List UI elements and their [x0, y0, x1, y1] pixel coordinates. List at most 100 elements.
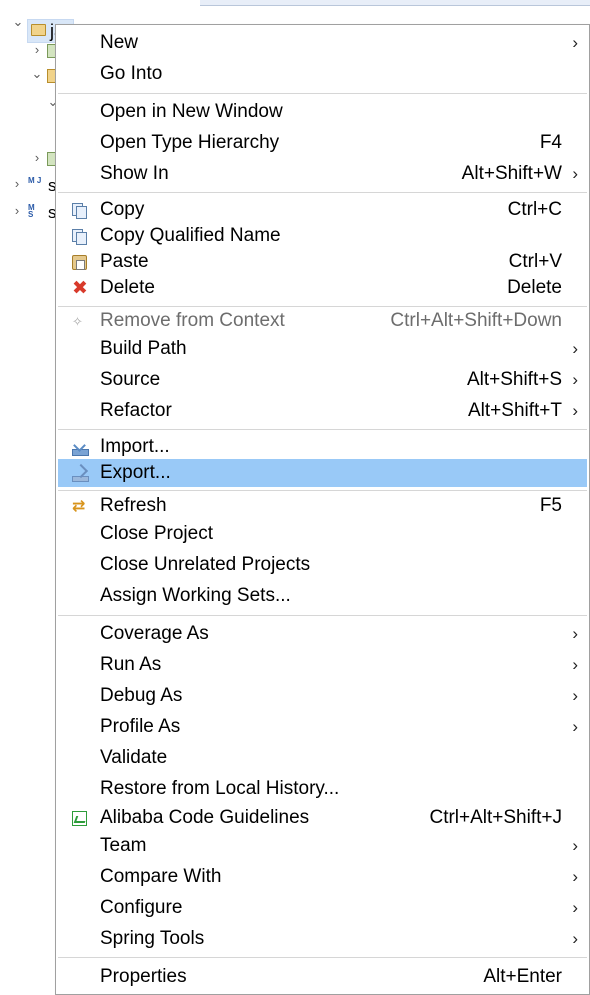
tree-row[interactable]: ⌄: [0, 66, 61, 88]
submenu-arrow-icon: ›: [572, 686, 578, 705]
submenu-arrow-icon: ›: [572, 836, 578, 855]
copy-icon: [72, 203, 87, 219]
menu-item-label: Source: [100, 369, 161, 390]
context-menu: New › Go Into Open in New Window Open Ty…: [55, 24, 590, 995]
menu-separator: [58, 192, 587, 193]
delete-icon: ✖: [72, 278, 88, 299]
menu-item-alibaba-code-guidelines[interactable]: Alibaba Code Guidelines Ctrl+Alt+Shift+J: [58, 804, 587, 832]
menu-shortcut: Ctrl+Alt+Shift+J: [429, 807, 562, 828]
menu-item-validate[interactable]: Validate: [58, 744, 587, 772]
menu-item-close-unrelated-projects[interactable]: Close Unrelated Projects: [58, 551, 587, 579]
menu-item-label: Team: [100, 835, 147, 856]
submenu-arrow-icon: ›: [572, 898, 578, 917]
menu-item-label: Open Type Hierarchy: [100, 132, 280, 153]
menu-item-import[interactable]: Import...: [58, 433, 587, 461]
refresh-icon: ⇄: [72, 498, 86, 515]
menu-item-spring-tools[interactable]: Spring Tools ›: [58, 925, 587, 953]
tree-row[interactable]: ›: [0, 40, 61, 62]
menu-item-restore-from-local-history[interactable]: Restore from Local History...: [58, 775, 587, 803]
menu-item-configure[interactable]: Configure ›: [58, 894, 587, 922]
chevron-right-icon[interactable]: ›: [11, 204, 23, 217]
submenu-arrow-icon: ›: [572, 717, 578, 736]
remove-context-icon: ✧: [72, 314, 83, 329]
menu-item-run-as[interactable]: Run As ›: [58, 651, 587, 679]
tree-row[interactable]: ⌄: [0, 94, 60, 116]
menu-item-new[interactable]: New ›: [58, 29, 587, 57]
menu-item-go-into[interactable]: Go Into: [58, 60, 587, 88]
menu-item-assign-working-sets[interactable]: Assign Working Sets...: [58, 582, 587, 610]
menu-separator: [58, 429, 587, 430]
menu-shortcut: Ctrl+C: [507, 199, 562, 220]
submenu-arrow-icon: ›: [572, 401, 578, 420]
project-folder-icon: [31, 24, 46, 36]
chevron-right-icon[interactable]: ›: [31, 151, 43, 164]
submenu-arrow-icon: ›: [572, 339, 578, 358]
menu-item-label: Properties: [100, 966, 187, 987]
menu-shortcut: Alt+Shift+T: [468, 400, 562, 421]
menu-item-paste[interactable]: Paste Ctrl+V: [58, 248, 587, 276]
menu-item-source[interactable]: Source Alt+Shift+S ›: [58, 366, 587, 394]
menu-item-show-in[interactable]: Show In Alt+Shift+W ›: [58, 160, 587, 188]
tree-row[interactable]: › M S s: [0, 201, 60, 223]
import-icon: [72, 440, 89, 456]
menu-item-close-project[interactable]: Close Project: [58, 520, 587, 548]
menu-item-label: Assign Working Sets...: [100, 585, 291, 606]
menu-item-label: Paste: [100, 251, 149, 272]
menu-shortcut: Alt+Enter: [483, 966, 562, 987]
submenu-arrow-icon: ›: [572, 655, 578, 674]
menu-item-copy-qualified-name[interactable]: Copy Qualified Name: [58, 222, 587, 250]
chevron-down-icon[interactable]: ⌄: [31, 67, 43, 80]
menu-separator: [58, 93, 587, 94]
menu-item-label: Validate: [100, 747, 168, 768]
menu-item-label: Go Into: [100, 63, 163, 84]
menu-item-compare-with[interactable]: Compare With ›: [58, 863, 587, 891]
menu-item-label: Open in New Window: [100, 101, 283, 122]
editor-tab-strip: [200, 0, 590, 6]
menu-item-label: Refactor: [100, 400, 172, 421]
menu-item-team[interactable]: Team ›: [58, 832, 587, 860]
menu-shortcut: Alt+Shift+W: [461, 163, 562, 184]
chevron-right-icon[interactable]: ›: [31, 43, 43, 56]
menu-item-label: Remove from Context: [100, 310, 285, 331]
tree-row[interactable]: › M J s: [0, 174, 60, 196]
menu-item-label: Copy: [100, 199, 145, 220]
menu-item-profile-as[interactable]: Profile As ›: [58, 713, 587, 741]
submenu-arrow-icon: ›: [572, 929, 578, 948]
chevron-down-icon[interactable]: ⌄: [12, 15, 24, 28]
menu-separator: [58, 615, 587, 616]
menu-item-copy[interactable]: Copy Ctrl+C: [58, 196, 587, 224]
menu-item-properties[interactable]: Properties Alt+Enter: [58, 963, 587, 991]
submenu-arrow-icon: ›: [572, 33, 578, 52]
menu-item-export[interactable]: Export...: [58, 459, 587, 487]
menu-item-delete[interactable]: ✖ Delete Delete: [58, 274, 587, 302]
export-icon: [72, 466, 89, 482]
copy-qualified-icon: [72, 229, 87, 245]
menu-item-label: Close Project: [100, 523, 213, 544]
menu-item-label: Alibaba Code Guidelines: [100, 807, 310, 828]
menu-item-label: Configure: [100, 897, 183, 918]
tree-row-jar[interactable]: ⌄ jar: [0, 10, 75, 43]
menu-item-label: Refresh: [100, 495, 167, 516]
alibaba-icon: [72, 811, 87, 826]
tree-row[interactable]: ›: [0, 148, 61, 170]
maven-project-icon: M J: [28, 176, 42, 185]
menu-item-debug-as[interactable]: Debug As ›: [58, 682, 587, 710]
menu-item-label: Build Path: [100, 338, 187, 359]
menu-item-refresh[interactable]: ⇄ Refresh F5: [58, 492, 587, 520]
menu-item-refactor[interactable]: Refactor Alt+Shift+T ›: [58, 397, 587, 425]
menu-item-coverage-as[interactable]: Coverage As ›: [58, 620, 587, 648]
menu-item-label: Close Unrelated Projects: [100, 554, 311, 575]
menu-item-label: Coverage As: [100, 623, 209, 644]
submenu-arrow-icon: ›: [572, 624, 578, 643]
menu-item-label: Profile As: [100, 716, 181, 737]
menu-item-label: Show In: [100, 163, 169, 184]
menu-item-open-type-hierarchy[interactable]: Open Type Hierarchy F4: [58, 129, 587, 157]
menu-item-label: Export...: [100, 462, 171, 483]
submenu-arrow-icon: ›: [572, 370, 578, 389]
submenu-arrow-icon: ›: [572, 164, 578, 183]
menu-item-open-in-new-window[interactable]: Open in New Window: [58, 98, 587, 126]
menu-item-build-path[interactable]: Build Path ›: [58, 335, 587, 363]
chevron-right-icon[interactable]: ›: [11, 177, 23, 190]
menu-item-remove-from-context[interactable]: ✧ Remove from Context Ctrl+Alt+Shift+Dow…: [58, 307, 587, 335]
paste-icon: [72, 255, 87, 270]
